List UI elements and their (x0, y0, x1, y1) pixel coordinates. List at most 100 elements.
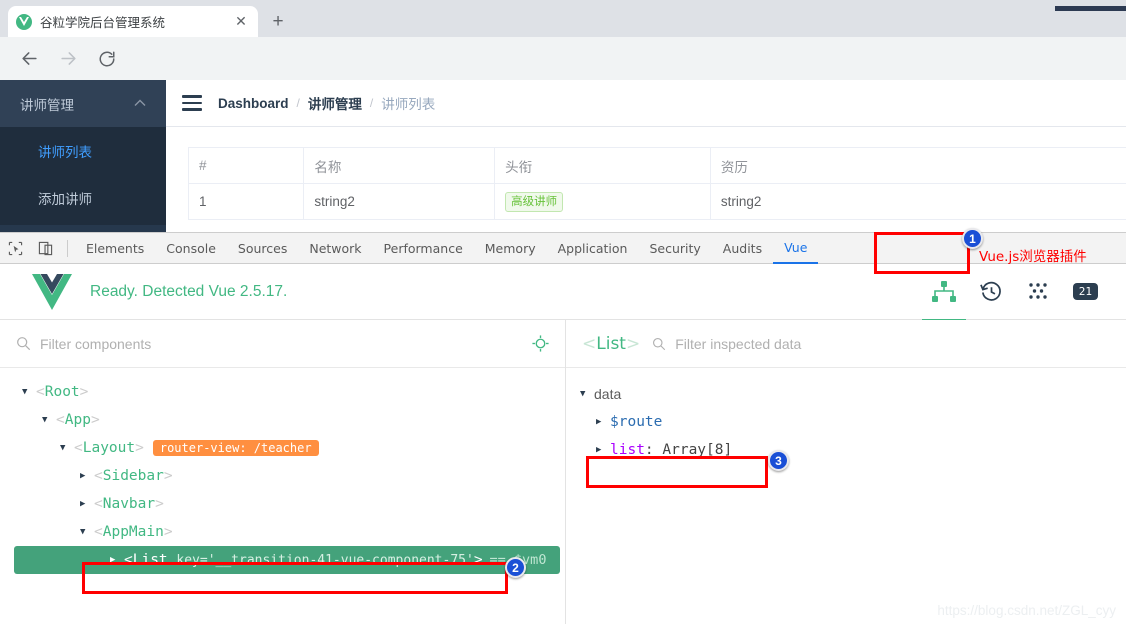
breadcrumb-item-dashboard[interactable]: Dashboard (218, 96, 289, 111)
components-tree-icon[interactable] (921, 272, 966, 322)
tree-node-label: <App> (56, 412, 100, 428)
tree-node-label: <Layout> (74, 440, 144, 456)
hamburger-icon[interactable] (182, 95, 202, 111)
data-row-route[interactable]: ▶ $route (566, 408, 1126, 436)
vue-logo (32, 273, 72, 310)
reload-icon[interactable] (92, 44, 122, 74)
vuex-history-icon[interactable] (979, 272, 1003, 312)
chevron-down-icon[interactable]: ▼ (42, 415, 56, 425)
data-value: : Array[8] (644, 442, 733, 458)
devtools-tabbar: Elements Console Sources Network Perform… (0, 233, 1126, 264)
tab-application[interactable]: Application (547, 233, 639, 264)
browser-tab[interactable]: 谷粒学院后台管理系统 ✕ (8, 6, 258, 37)
column-header-index: # (187, 147, 305, 184)
table-header-row: # 名称 头衔 资历 (187, 147, 1126, 184)
component-filter-input[interactable]: Filter components (40, 336, 151, 352)
status-badge: 高级讲师 (505, 191, 564, 212)
close-icon[interactable]: ✕ (232, 13, 250, 31)
search-icon (16, 336, 31, 351)
chevron-down-icon[interactable]: ▼ (580, 389, 594, 399)
tree-node-appmain[interactable]: ▼ <AppMain> (0, 518, 565, 546)
column-header-title: 头衔 (494, 147, 711, 184)
chevron-right-icon[interactable]: ▶ (596, 445, 610, 455)
app-navbar: Dashboard / 讲师管理 / 讲师列表 (166, 80, 1126, 127)
tab-security[interactable]: Security (638, 233, 711, 264)
app-sidebar: 讲师管理 讲师列表 添加讲师 (0, 80, 166, 232)
tab-vue[interactable]: Vue (773, 233, 819, 264)
annotation-label-1: Vue.js浏览器插件 (979, 249, 1087, 265)
search-icon (652, 337, 666, 351)
column-header-name: 名称 (303, 147, 496, 184)
watermark: https://blog.csdn.net/ZGL_cyy (937, 603, 1116, 618)
tree-node-sidebar[interactable]: ▶ <Sidebar> (0, 462, 565, 490)
inspect-element-icon[interactable] (0, 233, 30, 263)
tree-node-root[interactable]: ▼ <Root> (0, 378, 565, 406)
page-viewport: 讲师管理 讲师列表 添加讲师 Dashboard / 讲师管理 / 讲师列表 #… (0, 80, 1126, 232)
chevron-right-icon[interactable]: ▶ (80, 499, 94, 509)
chevron-right-icon[interactable]: ▶ (596, 417, 610, 427)
tree-node-list[interactable]: ▶ <List key='__transition-41-vue-compone… (14, 546, 560, 574)
select-target-icon[interactable] (532, 335, 549, 352)
tab-elements[interactable]: Elements (75, 233, 155, 264)
tab-audits[interactable]: Audits (712, 233, 773, 264)
teacher-table-wrapper: # 名称 头衔 资历 1 string2 高级讲师 string2 (166, 127, 1126, 220)
table-row: 1 string2 高级讲师 string2 (187, 183, 1126, 220)
component-filter-row: Filter components (0, 320, 565, 368)
sidebar-footer-strip (0, 225, 166, 232)
tab-performance[interactable]: Performance (373, 233, 474, 264)
inspected-data-pane: <List> Filter inspected data ▼ data ▶ $r… (566, 320, 1126, 624)
annotation-badge-3: 3 (768, 450, 789, 471)
tree-node-app[interactable]: ▼ <App> (0, 406, 565, 434)
chevron-right-icon[interactable]: ▶ (110, 555, 124, 565)
tab-network[interactable]: Network (298, 233, 372, 264)
vue-devtools-body: Filter components ▼ <Root> ▼ <App> ▼ <La… (0, 320, 1126, 624)
tab-memory[interactable]: Memory (474, 233, 547, 264)
breadcrumb-separator: / (369, 96, 374, 110)
data-key: list (610, 442, 645, 458)
devtools-panel: Elements Console Sources Network Perform… (0, 232, 1126, 629)
event-count-badge: 21 (1072, 283, 1098, 300)
tree-node-label: <AppMain> (94, 524, 173, 540)
inspector-filter-row: <List> Filter inspected data (566, 320, 1126, 368)
inspector-filter-input[interactable]: Filter inspected data (675, 336, 801, 352)
tree-node-label: <Navbar> (94, 496, 164, 512)
inspected-component-name: <List> (582, 333, 641, 354)
data-key: $route (610, 414, 663, 430)
back-icon[interactable] (14, 44, 44, 74)
chevron-down-icon[interactable]: ▼ (80, 527, 94, 537)
device-toolbar-icon[interactable] (30, 233, 60, 263)
chevron-right-icon[interactable]: ▶ (80, 471, 94, 481)
tree-node-label: <Sidebar> (94, 468, 173, 484)
chevron-down-icon[interactable]: ▼ (60, 443, 74, 453)
tree-node-layout[interactable]: ▼ <Layout> router-view: /teacher (0, 434, 565, 462)
tree-node-key: key='__transition-41-vue-component-75' (176, 553, 474, 568)
annotation-badge-2: 2 (505, 557, 526, 578)
sidebar-item-label: 讲师列表 (38, 144, 92, 160)
tab-sources[interactable]: Sources (227, 233, 298, 264)
toolbar-divider (67, 239, 68, 257)
sidebar-menu-label: 讲师管理 (20, 97, 74, 113)
tree-node-navbar[interactable]: ▶ <Navbar> (0, 490, 565, 518)
cell-name: string2 (303, 183, 496, 220)
tree-node-label: <Root> (36, 384, 89, 400)
forward-icon[interactable] (53, 44, 83, 74)
browser-toolbar: localhost:9528/#/teacher/list (0, 37, 1126, 117)
sidebar-item-add-teacher[interactable]: 添加讲师 (0, 174, 166, 221)
sidebar-menu-teacher-management[interactable]: 讲师管理 (0, 80, 166, 127)
tab-console[interactable]: Console (155, 233, 227, 264)
data-row-list[interactable]: ▶ list : Array[8] (566, 436, 1126, 464)
vue-devtools-header: Ready. Detected Vue 2.5.17. 21 (0, 264, 1126, 322)
component-tree-pane: Filter components ▼ <Root> ▼ <App> ▼ <La… (0, 320, 566, 624)
cell-index: 1 (187, 183, 305, 220)
component-tree: ▼ <Root> ▼ <App> ▼ <Layout> router-view:… (0, 368, 565, 574)
vue-header-tools: 21 (921, 272, 1112, 322)
data-group-data[interactable]: ▼ data (566, 380, 1126, 408)
inspector-data-tree: ▼ data ▶ $route ▶ list : Array[8] (566, 368, 1126, 464)
events-icon[interactable] (1027, 272, 1049, 312)
app-main: Dashboard / 讲师管理 / 讲师列表 # 名称 头衔 资历 1 str… (166, 80, 1126, 232)
breadcrumb-item-teacher-management[interactable]: 讲师管理 (308, 93, 362, 113)
chevron-down-icon[interactable]: ▼ (22, 387, 36, 397)
new-tab-button[interactable]: + (264, 8, 292, 36)
cell-title: 高级讲师 (494, 183, 711, 220)
sidebar-item-teacher-list[interactable]: 讲师列表 (0, 127, 166, 174)
